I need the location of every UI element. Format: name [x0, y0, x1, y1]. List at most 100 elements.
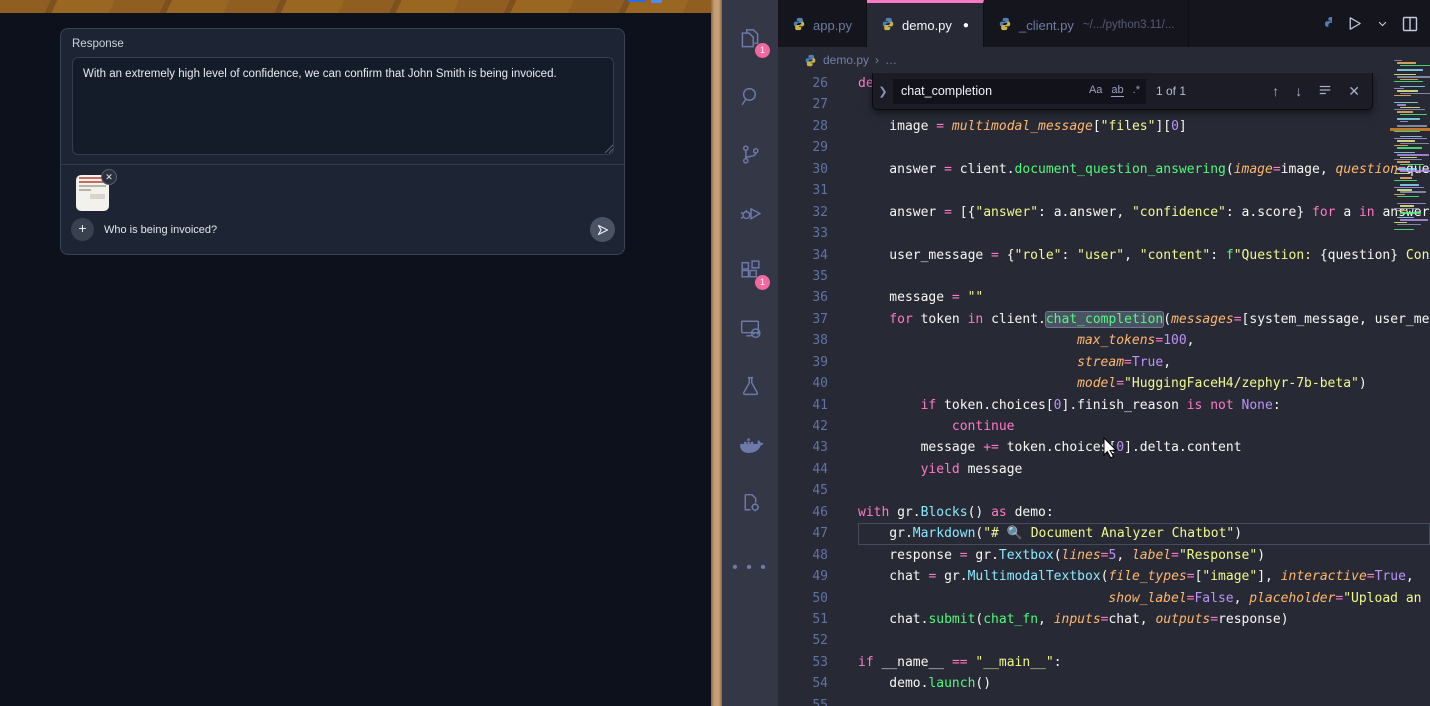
run-python-file-button[interactable] [1346, 15, 1363, 32]
code-line: 45 [778, 480, 1430, 501]
find-next-button[interactable]: ↓ [1295, 83, 1302, 100]
minimap-line [1397, 154, 1429, 155]
docker-whale-icon[interactable] [722, 420, 778, 468]
minimap-line [1397, 125, 1427, 126]
minimap-line [1394, 159, 1422, 160]
minimap-line [1400, 205, 1414, 206]
modified-dot-icon[interactable]: ● [963, 20, 969, 31]
more-ellipsis-icon[interactable]: • • • [722, 544, 778, 592]
code-line: 55 [778, 695, 1430, 706]
minimap-line [1400, 136, 1422, 137]
background-window-fragment [651, 0, 662, 3]
tab-label: _client.py [1019, 18, 1074, 33]
minimap-line [1394, 187, 1424, 188]
run-dropdown-chevron[interactable] [1377, 18, 1388, 29]
minimap-line [1394, 180, 1417, 181]
python-file-icon [792, 17, 806, 34]
badge: 1 [755, 43, 770, 58]
breadcrumb-file[interactable]: demo.py [823, 53, 869, 67]
gradio-app-window: Response With an extremely high level of… [0, 0, 713, 706]
code-line: 28image = multimodal_message["files"][0] [778, 116, 1430, 137]
minimap-line [1400, 114, 1427, 115]
line-number: 30 [778, 159, 858, 180]
minimap-line [1400, 219, 1428, 220]
file-settings-icon[interactable] [722, 478, 778, 526]
minimap-line [1400, 157, 1417, 158]
vscode-window: 11• • • app.pydemo.py●_client.py~/.../py… [722, 0, 1430, 706]
line-number: 53 [778, 652, 858, 673]
minimap-line [1400, 107, 1420, 108]
minimap-line [1400, 170, 1430, 171]
find-previous-button[interactable]: ↑ [1272, 83, 1279, 100]
line-number: 28 [778, 116, 858, 137]
code-line: 30answer = client.document_question_answ… [778, 159, 1430, 180]
search-icon[interactable] [722, 72, 778, 120]
line-number: 33 [778, 223, 858, 244]
line-content [858, 695, 1430, 706]
minimap-line [1394, 81, 1423, 82]
code-line: 54demo.launch() [778, 673, 1430, 694]
line-number: 44 [778, 459, 858, 480]
line-content: for token in client.chat_completion(mess… [858, 309, 1430, 330]
tab-demo-py[interactable]: demo.py● [867, 0, 984, 47]
minimap-line [1400, 191, 1426, 192]
chat-input-text[interactable]: Who is being invoiced? [104, 224, 217, 236]
find-widget: ❯ Aa ab .* 1 of 1 ↑ ↓ [872, 73, 1373, 110]
line-content [858, 480, 1430, 501]
account-icon[interactable] [722, 688, 778, 706]
minimap-line [1397, 90, 1418, 91]
source-control-icon[interactable] [722, 130, 778, 178]
explorer-icon[interactable]: 1 [722, 14, 778, 62]
run-debug-icon[interactable] [722, 188, 778, 236]
minimap-line [1397, 217, 1414, 218]
minimap-line [1397, 224, 1421, 225]
minimap-line [1397, 189, 1412, 190]
python-file-icon [804, 54, 817, 67]
breadcrumb-more[interactable]: … [885, 53, 897, 67]
line-number: 39 [778, 352, 858, 373]
extensions-icon[interactable]: 1 [722, 246, 778, 294]
response-textarea[interactable]: With an extremely high level of confiden… [72, 57, 614, 155]
send-button[interactable] [590, 217, 615, 242]
line-number: 42 [778, 416, 858, 437]
window-divider[interactable] [711, 0, 722, 706]
find-close-button[interactable]: ✕ [1348, 83, 1360, 100]
minimap-line [1394, 173, 1410, 174]
whole-word-toggle[interactable]: ab [1111, 84, 1123, 97]
clipped-tab-python-icon [1323, 16, 1332, 32]
tab-app-py[interactable]: app.py [778, 0, 867, 47]
line-number: 41 [778, 395, 858, 416]
thumb-line [90, 194, 105, 199]
code-line: 42continue [778, 416, 1430, 437]
minimap-line [1394, 131, 1420, 132]
line-content: message += token.choices[0].delta.conten… [858, 437, 1430, 458]
line-number: 46 [778, 502, 858, 523]
minimap-line [1394, 95, 1411, 96]
find-in-selection-button[interactable] [1318, 83, 1332, 100]
line-content: response = gr.Textbox(lines=5, label="Re… [858, 545, 1430, 566]
minimap-line [1397, 147, 1422, 148]
minimap[interactable] [1392, 60, 1430, 250]
resize-grip-icon[interactable] [604, 144, 614, 154]
line-number: 43 [778, 437, 858, 458]
line-content: model="HuggingFaceH4/zephyr-7b-beta") [858, 373, 1430, 394]
match-case-toggle[interactable]: Aa [1089, 84, 1102, 97]
remote-explorer-icon[interactable] [722, 304, 778, 352]
remove-image-button[interactable]: ✕ [101, 169, 117, 185]
minimap-line [1394, 88, 1404, 89]
chevron-down-icon [1377, 18, 1388, 29]
add-file-button[interactable]: + [71, 218, 94, 241]
breadcrumb[interactable]: demo.py › … [778, 47, 1430, 73]
code-line: 35 [778, 266, 1430, 287]
testing-flask-icon[interactable] [722, 362, 778, 410]
line-number: 38 [778, 330, 858, 351]
find-in-selection-icon [1318, 83, 1332, 97]
gradio-form-container: Response With an extremely high level of… [60, 28, 625, 255]
code-line: 50show_label=False, placeholder="Upload … [778, 588, 1430, 609]
split-editor-button[interactable] [1402, 16, 1418, 32]
tab--client-py[interactable]: _client.py~/.../python3.11/... [984, 0, 1189, 47]
split-editor-icon [1402, 16, 1418, 32]
find-collapse-chevron[interactable]: ❯ [873, 85, 893, 98]
code-editor[interactable]: 26def chat_fn(multimodal_message):2728im… [778, 73, 1430, 706]
regex-toggle[interactable]: .* [1133, 84, 1140, 97]
